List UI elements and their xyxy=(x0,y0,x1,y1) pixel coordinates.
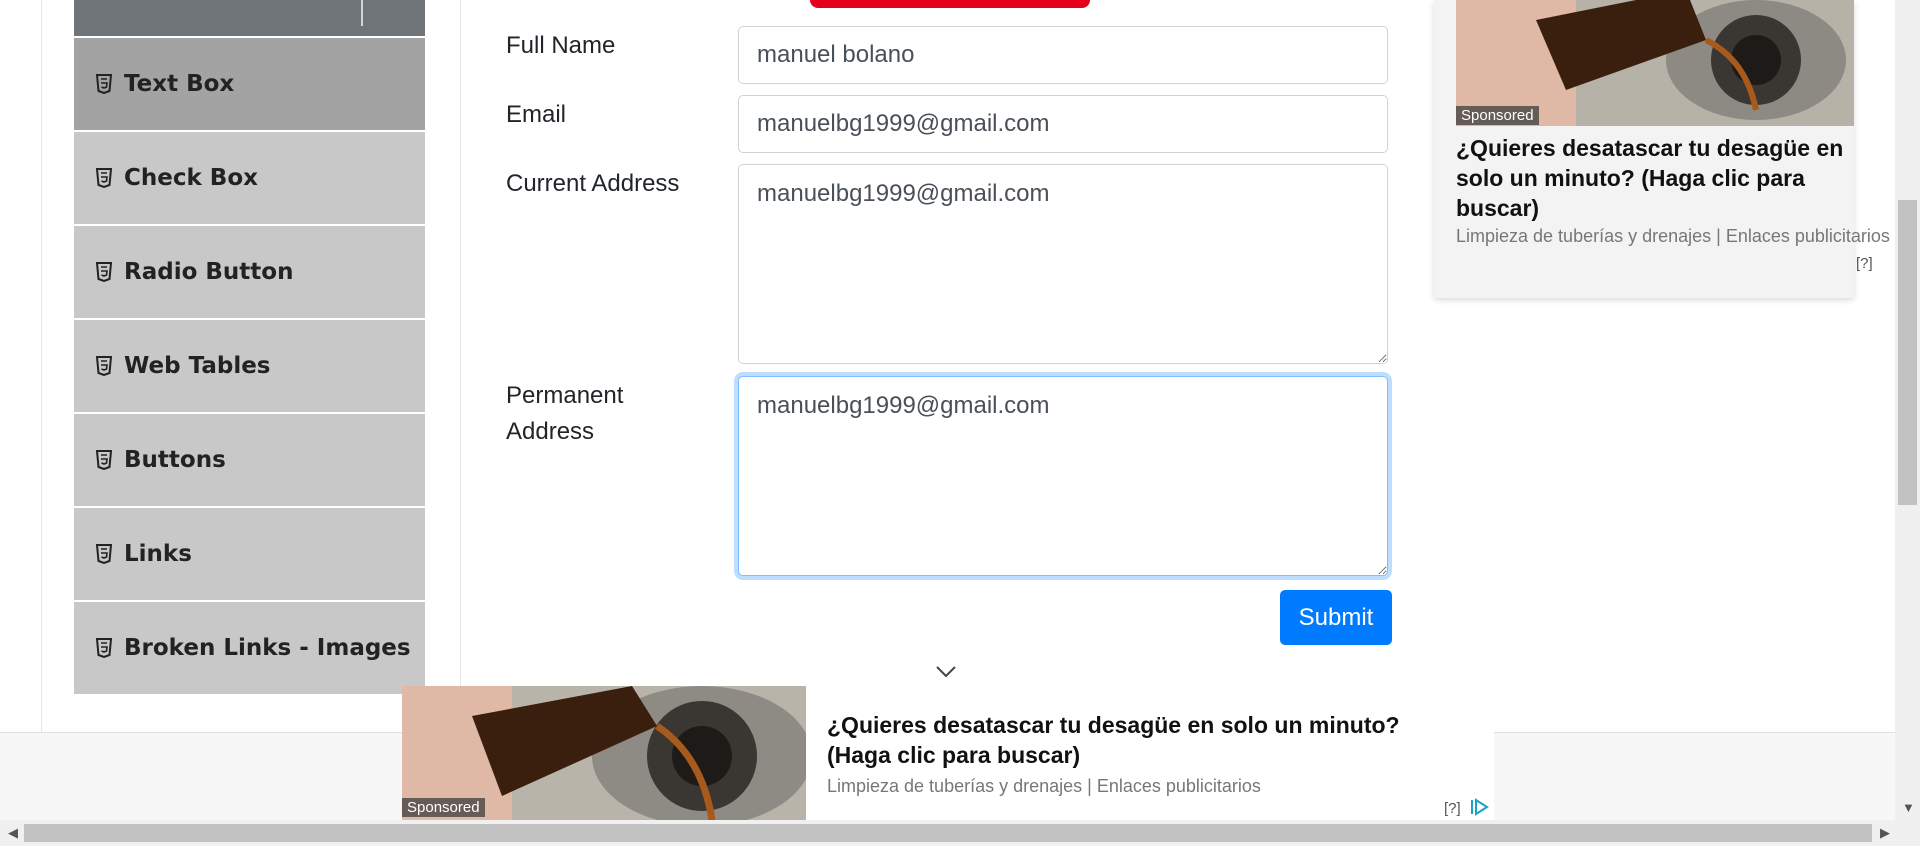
ad-help-link[interactable]: [?] xyxy=(1856,255,1873,272)
sponsored-tag: Sponsored xyxy=(402,798,485,817)
scroll-right-arrow-icon[interactable]: ▶ xyxy=(1880,825,1890,841)
html5-icon xyxy=(96,262,112,282)
ad-title-line2: (Haga clic para buscar) xyxy=(827,742,1081,768)
page-left-border xyxy=(41,0,42,732)
vertical-scrollbar[interactable]: ▼ xyxy=(1895,0,1920,820)
sidebar-item-buttons[interactable]: Buttons xyxy=(74,412,425,506)
sidebar: Text Box Check Box Radio Button Web Tables B… xyxy=(74,0,425,732)
sidebar-item-label: Text Box xyxy=(124,71,235,97)
scroll-down-arrow-icon[interactable]: ▼ xyxy=(1902,800,1915,815)
permanent-address-label: Permanent Address xyxy=(506,378,623,450)
current-address-textarea[interactable] xyxy=(738,164,1388,364)
ad-subtitle[interactable]: Limpieza de tuberías y drenajes | Enlace… xyxy=(1456,226,1890,247)
full-name-label: Full Name xyxy=(506,32,616,59)
sidebar-group-header[interactable] xyxy=(74,0,425,36)
permanent-address-label-line1: Permanent xyxy=(506,382,624,409)
sponsored-ad-bottom[interactable]: Sponsored ¿Quieres desatascar tu desagüe… xyxy=(402,686,1494,820)
horizontal-scrollbar[interactable]: ◀ ▶ xyxy=(0,820,1920,846)
html5-icon xyxy=(96,168,112,188)
horizontal-scroll-thumb[interactable] xyxy=(24,824,1872,842)
sidebar-item-text-box[interactable]: Text Box xyxy=(74,36,425,130)
banner-fragment xyxy=(810,0,1090,8)
sidebar-item-label: Buttons xyxy=(124,447,226,473)
ad-help-link[interactable]: [?] xyxy=(1444,800,1461,817)
sponsored-tag: Sponsored xyxy=(1456,106,1539,125)
sidebar-item-check-box[interactable]: Check Box xyxy=(74,130,425,224)
sidebar-item-label: Radio Button xyxy=(124,259,294,285)
permanent-address-textarea[interactable] xyxy=(738,376,1388,576)
submit-button[interactable]: Submit xyxy=(1280,590,1392,645)
content-divider xyxy=(460,0,461,732)
html5-icon xyxy=(96,544,112,564)
html5-icon xyxy=(96,638,112,658)
sidebar-item-broken-links-images[interactable]: Broken Links - Images xyxy=(74,600,425,694)
permanent-address-label-line2: Address xyxy=(506,418,595,445)
sidebar-item-label: Broken Links - Images xyxy=(124,635,411,661)
ad-title-line1: ¿Quieres desatascar tu desagüe en solo u… xyxy=(827,712,1400,738)
sponsored-ad-side[interactable]: Sponsored ¿Quieres desatascar tu desagüe… xyxy=(1434,0,1890,298)
vertical-scroll-thumb[interactable] xyxy=(1898,200,1917,505)
sidebar-item-label: Check Box xyxy=(124,165,258,191)
html5-icon xyxy=(96,74,112,94)
sidebar-item-radio-button[interactable]: Radio Button xyxy=(74,224,425,318)
adchoices-icon[interactable] xyxy=(1470,798,1490,816)
divider xyxy=(361,0,363,26)
ad-subtitle[interactable]: Limpieza de tuberías y drenajes | Enlace… xyxy=(827,776,1261,797)
chevron-down-icon[interactable] xyxy=(935,665,957,679)
sidebar-item-links[interactable]: Links xyxy=(74,506,425,600)
html5-icon xyxy=(96,356,112,376)
current-address-label: Current Address xyxy=(506,170,680,197)
sidebar-item-label: Web Tables xyxy=(124,353,271,379)
sidebar-item-web-tables[interactable]: Web Tables xyxy=(74,318,425,412)
full-name-input[interactable] xyxy=(738,26,1388,84)
email-label: Email xyxy=(506,101,567,128)
scroll-left-arrow-icon[interactable]: ◀ xyxy=(8,825,18,841)
html5-icon xyxy=(96,450,112,470)
ad-title[interactable]: ¿Quieres desatascar tu desagüe en solo u… xyxy=(1456,133,1851,223)
sidebar-items: Text Box Check Box Radio Button Web Tables B… xyxy=(74,36,425,694)
sidebar-item-label: Links xyxy=(124,541,192,567)
email-input[interactable] xyxy=(738,95,1388,153)
ad-title[interactable]: ¿Quieres desatascar tu desagüe en solo u… xyxy=(827,710,1400,770)
